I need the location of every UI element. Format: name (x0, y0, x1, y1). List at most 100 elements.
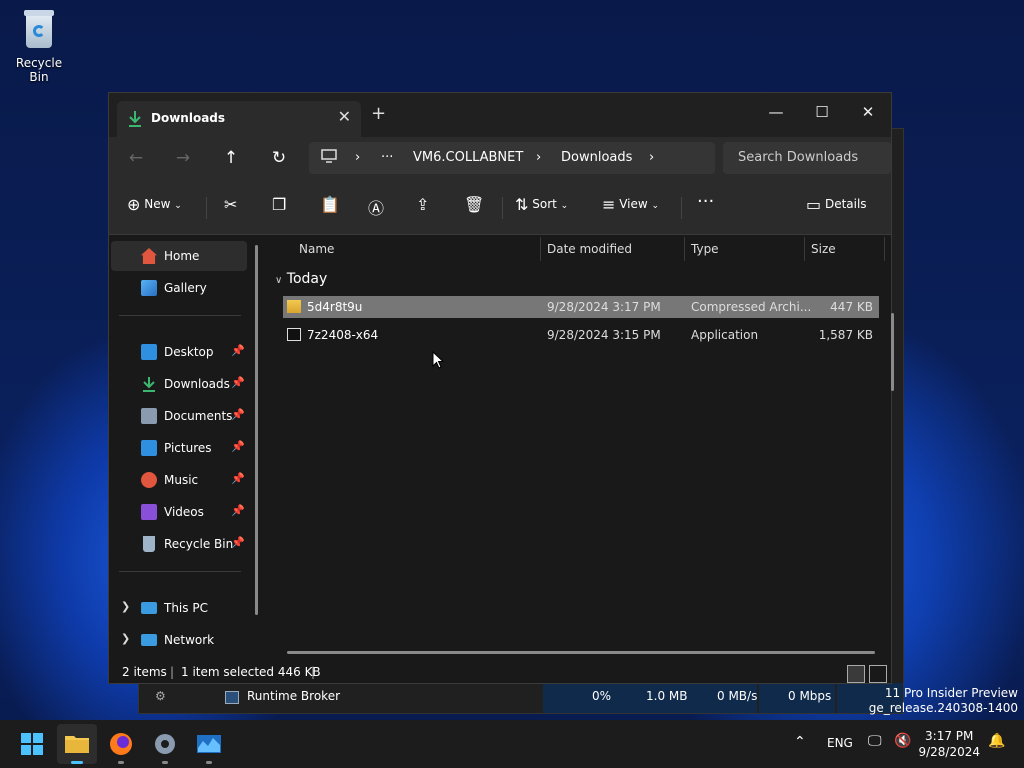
recycle-bin-icon (22, 8, 56, 50)
start-button[interactable] (12, 724, 52, 764)
nav-item-downloads[interactable]: Downloads 📌 (111, 369, 247, 399)
navigation-pane: Home Gallery Desktop 📌 Downloads 📌 Docum… (109, 235, 265, 663)
mouse-cursor-icon (432, 350, 445, 372)
rename-icon: Ⓐ (368, 199, 385, 218)
process-name: Runtime Broker (247, 689, 341, 703)
breadcrumb[interactable]: › ··· VM6.COLLABNET › Downloads › (309, 142, 715, 174)
details-view-icon[interactable] (847, 665, 865, 683)
tab-title: Downloads (151, 111, 226, 125)
pin-icon[interactable]: 📌 (231, 408, 245, 421)
file-row[interactable]: 7z2408-x64 9/28/2024 3:15 PM Application… (283, 324, 879, 346)
up-button[interactable]: ↑ (216, 145, 246, 171)
column-size[interactable]: Size (811, 242, 836, 272)
file-explorer-window[interactable]: Downloads ✕ + — ☐ ✕ ← → ↑ ↻ › ··· VM6.CO… (108, 92, 894, 684)
nav-item-network[interactable]: ❯ Network (111, 625, 247, 655)
breadcrumb-more[interactable]: ··· (381, 150, 393, 165)
process-row[interactable]: ⚙ Runtime Broker 0% 1.0 MB 0 MB/s 0 Mbps (139, 683, 903, 713)
file-list: Name Date modified Type Size ∨ Today 5d4… (267, 235, 894, 663)
rename-button[interactable]: Ⓐ (368, 195, 384, 219)
file-date: 9/28/2024 3:17 PM (547, 300, 661, 314)
pin-icon[interactable]: 📌 (231, 504, 245, 517)
file-name: 5d4r8t9u (307, 300, 363, 314)
taskbar-firefox[interactable] (101, 724, 141, 764)
nav-item-recycle-bin[interactable]: Recycle Bin 📌 (111, 529, 247, 559)
group-header-today[interactable]: ∨ Today (275, 271, 327, 287)
tab-close-icon[interactable]: ✕ (338, 107, 351, 126)
desktop-recycle-bin[interactable]: Recycle Bin (6, 8, 72, 84)
chevron-up-icon[interactable]: ⌃ (794, 734, 806, 750)
nav-item-music[interactable]: Music 📌 (111, 465, 247, 495)
nav-item-desktop[interactable]: Desktop 📌 (111, 337, 247, 367)
maximize-button[interactable]: ☐ (799, 97, 845, 127)
forward-button[interactable]: → (168, 145, 198, 171)
delete-button[interactable]: 🗑 (464, 195, 484, 214)
title-bar[interactable]: Downloads ✕ + — ☐ ✕ (109, 93, 891, 137)
clock[interactable]: 3:17 PM 9/28/2024 (918, 728, 980, 760)
process-network: 0 Mbps (788, 689, 832, 703)
download-icon (141, 376, 157, 392)
column-type[interactable]: Type (691, 242, 719, 272)
music-icon (141, 472, 157, 488)
nav-item-documents[interactable]: Documents 📌 (111, 401, 247, 431)
pin-icon[interactable]: 📌 (231, 376, 245, 389)
minimize-button[interactable]: — (753, 97, 799, 127)
windows-logo-icon (21, 733, 43, 755)
network-status-icon[interactable]: 🖵 (868, 733, 882, 749)
pin-icon[interactable]: 📌 (231, 472, 245, 485)
recycle-bin-icon (143, 536, 155, 552)
taskbar-task-manager[interactable] (189, 724, 229, 764)
download-icon (127, 110, 143, 131)
volume-muted-icon[interactable]: 🔇 (894, 733, 911, 749)
copy-button[interactable]: ❐ (272, 195, 286, 214)
breadcrumb-downloads[interactable]: Downloads (561, 150, 632, 165)
new-button[interactable]: ⊕ New ⌄ (127, 195, 182, 214)
file-size: 1,587 KB (818, 328, 873, 342)
nav-item-home[interactable]: Home (111, 241, 247, 271)
column-date-modified[interactable]: Date modified (547, 242, 632, 272)
pin-icon[interactable]: 📌 (231, 536, 245, 549)
tab-downloads[interactable]: Downloads ✕ (117, 101, 361, 137)
pictures-icon (141, 440, 157, 456)
close-button[interactable]: ✕ (845, 97, 891, 127)
share-button[interactable]: ⇪ (416, 195, 429, 214)
chevron-right-icon[interactable]: ❯ (121, 632, 130, 645)
nav-item-gallery[interactable]: Gallery (111, 273, 247, 303)
scissors-icon: ✂ (224, 195, 238, 214)
more-options-button[interactable]: ··· (697, 191, 714, 212)
nav-scrollbar[interactable] (255, 245, 258, 615)
nav-item-videos[interactable]: Videos 📌 (111, 497, 247, 527)
selection-info: 1 item selected 446 KB (181, 665, 321, 679)
sort-button[interactable]: ⇅ Sort ⌄ (515, 195, 568, 214)
notification-bell-icon[interactable]: 🔔 (988, 733, 1005, 749)
chevron-down-icon: ∨ (275, 275, 283, 286)
view-button[interactable]: ≡ View ⌄ (602, 195, 659, 214)
breadcrumb-pc[interactable]: VM6.COLLABNET (413, 150, 523, 165)
vertical-scrollbar[interactable] (891, 313, 894, 391)
new-tab-button[interactable]: + (371, 103, 386, 124)
pin-icon[interactable]: 📌 (231, 440, 245, 453)
taskbar-settings[interactable] (145, 724, 185, 764)
pin-icon[interactable]: 📌 (231, 344, 245, 357)
plus-circle-icon: ⊕ (127, 195, 141, 214)
details-button[interactable]: ▭ Details (806, 195, 867, 214)
tiles-view-icon[interactable] (869, 665, 887, 683)
taskbar-file-explorer[interactable] (57, 724, 97, 764)
file-row[interactable]: 5d4r8t9u 9/28/2024 3:17 PM Compressed Ar… (283, 296, 879, 318)
search-input[interactable]: Search Downloads (723, 142, 891, 174)
chevron-right-icon[interactable]: ❯ (121, 600, 130, 613)
column-name[interactable]: Name (299, 242, 334, 272)
back-button[interactable]: ← (121, 145, 151, 171)
nav-item-this-pc[interactable]: ❯ This PC (111, 593, 247, 623)
clipboard-icon: 📋 (320, 195, 340, 214)
search-placeholder: Search Downloads (738, 150, 859, 165)
nav-item-pictures[interactable]: Pictures 📌 (111, 433, 247, 463)
refresh-button[interactable]: ↻ (264, 145, 294, 171)
application-icon (287, 328, 301, 341)
cut-button[interactable]: ✂ (224, 195, 237, 214)
language-indicator[interactable]: ENG (827, 736, 853, 750)
breadcrumb-chevron-icon[interactable]: › (649, 150, 654, 165)
horizontal-scrollbar[interactable] (287, 651, 875, 654)
zip-folder-icon (287, 300, 301, 313)
copy-icon: ❐ (272, 195, 287, 214)
paste-button[interactable]: 📋 (320, 195, 340, 214)
